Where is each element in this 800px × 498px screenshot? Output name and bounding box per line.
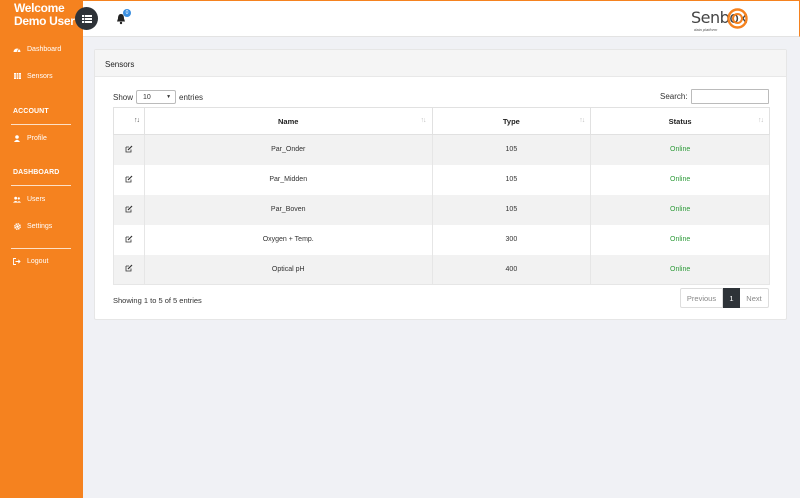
edit-icon[interactable] — [125, 264, 133, 272]
user-name: Demo User — [14, 14, 75, 28]
previous-page-button[interactable]: Previous — [680, 288, 723, 308]
sidebar-item-users[interactable]: Users — [13, 195, 45, 203]
edit-cell[interactable] — [113, 254, 145, 285]
edit-icon[interactable] — [125, 235, 133, 243]
column-label: Type — [502, 116, 520, 126]
section-title-account: ACCOUNT — [13, 108, 49, 115]
sidebar-item-logout[interactable]: Logout — [13, 257, 48, 265]
sidebar-item-label: Dashboard — [27, 45, 62, 53]
sidebar: Welcome Demo User Dashboard Sensors ACCO… — [0, 0, 83, 498]
section-title-dashboard: DASHBOARD — [13, 169, 60, 176]
table-info: Showing 1 to 5 of 5 entries — [113, 296, 202, 305]
table-row: Par_Onder 105 Online — [113, 134, 770, 165]
page-button-current[interactable]: 1 — [723, 288, 740, 308]
divider — [11, 124, 71, 125]
name-cell: Par_Boven — [143, 194, 433, 225]
sidebar-item-settings[interactable]: Settings — [13, 222, 52, 230]
topbar: 0 Senbox data platform — [83, 0, 800, 37]
column-header-name[interactable]: Name ↑↓ — [143, 107, 433, 135]
users-icon — [13, 195, 21, 203]
type-cell: 400 — [431, 254, 592, 285]
card-title: Sensors — [95, 50, 786, 77]
menu-toggle-button[interactable] — [75, 7, 98, 30]
tachometer-icon — [13, 45, 21, 53]
notification-badge: 0 — [123, 9, 131, 17]
sidebar-item-dashboard[interactable]: Dashboard — [13, 45, 61, 53]
sidebar-item-sensors[interactable]: Sensors — [13, 72, 53, 80]
status-cell: Online — [590, 134, 770, 165]
sort-icon: ↑↓ — [420, 117, 427, 124]
table-icon — [13, 72, 21, 80]
search-input[interactable] — [690, 89, 769, 104]
sort-icon: ↑↓ — [579, 117, 585, 124]
sidebar-item-label: Settings — [27, 222, 53, 230]
entries-length-control: Show 10 ▼ entries — [113, 90, 203, 104]
status-cell: Online — [590, 194, 770, 225]
logo-subtext: data platform — [694, 27, 718, 32]
edit-icon[interactable] — [125, 175, 133, 183]
edit-cell[interactable] — [113, 224, 145, 255]
column-header-type[interactable]: Type ↑↓ — [431, 107, 592, 135]
divider — [11, 248, 71, 249]
name-cell: Par_Midden — [143, 164, 433, 195]
type-cell: 105 — [431, 164, 592, 195]
sidebar-item-profile[interactable]: Profile — [13, 134, 47, 142]
type-cell: 105 — [431, 194, 592, 225]
sign-out-icon — [13, 257, 21, 265]
status-cell: Online — [590, 254, 770, 285]
search-label: Search: — [660, 92, 688, 101]
type-cell: 105 — [431, 134, 592, 165]
sort-icon: ↑↓ — [758, 117, 764, 124]
table-row: Par_Boven 105 Online — [113, 194, 770, 225]
column-label: Status — [668, 116, 692, 126]
name-cell: Oxygen + Temp. — [143, 224, 433, 255]
status-cell: Online — [590, 224, 770, 255]
table-row: Oxygen + Temp. 300 Online — [113, 224, 770, 255]
next-page-button[interactable]: Next — [740, 288, 769, 308]
table-row: Optical pH 400 Online — [113, 254, 770, 285]
entries-label: entries — [179, 92, 204, 102]
welcome-text: Welcome Demo User — [14, 2, 75, 28]
gear-icon — [13, 222, 21, 230]
name-cell: Par_Onder — [143, 134, 433, 165]
edit-cell[interactable] — [113, 194, 145, 225]
user-icon — [13, 134, 21, 142]
sidebar-item-label: Users — [27, 195, 46, 203]
sidebar-item-label: Sensors — [27, 72, 53, 80]
list-icon — [81, 14, 92, 23]
sort-icon: ↑↓ — [133, 117, 140, 124]
edit-cell[interactable] — [113, 134, 145, 165]
column-header-status[interactable]: Status ↑↓ — [590, 107, 770, 135]
entries-value: 10 — [143, 93, 151, 101]
show-label: Show — [113, 92, 134, 102]
sidebar-item-label: Profile — [27, 134, 47, 142]
entries-select[interactable]: 10 ▼ — [136, 90, 177, 104]
sensors-card: Sensors Show 10 ▼ entries Search: ↑↓ Nam… — [94, 49, 787, 320]
senbox-logo: Senbox data platform — [691, 5, 748, 35]
edit-icon[interactable] — [125, 145, 133, 153]
column-label: Name — [278, 116, 299, 126]
column-header-edit[interactable]: ↑↓ — [113, 107, 145, 135]
type-cell: 300 — [431, 224, 592, 255]
status-cell: Online — [590, 164, 770, 195]
pagination: Previous 1 Next — [680, 288, 769, 308]
logo-target-icon — [727, 8, 748, 29]
search-control: Search: — [660, 89, 769, 104]
table-row: Par_Midden 105 Online — [113, 164, 770, 195]
name-cell: Optical pH — [143, 254, 433, 285]
caret-down-icon: ▼ — [166, 94, 172, 100]
divider — [11, 185, 71, 186]
edit-cell[interactable] — [113, 164, 145, 195]
edit-icon[interactable] — [125, 205, 133, 213]
sensors-table: ↑↓ Name ↑↓ Type ↑↓ Status ↑↓ Par_Onder 105 … — [113, 107, 770, 285]
sidebar-item-label: Logout — [27, 257, 49, 265]
